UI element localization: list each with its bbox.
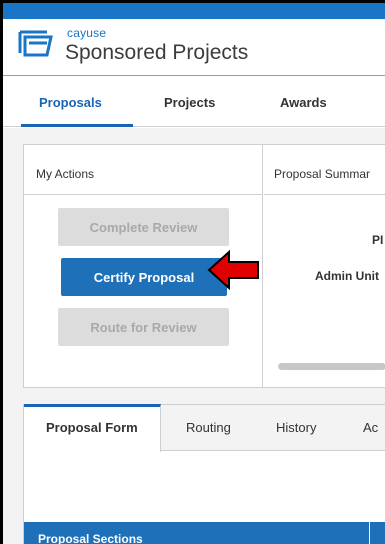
app-window: cayuse Sponsored Projects Proposals Proj… [3, 3, 385, 544]
proposal-detail-panel: Proposal Form Routing History Ac Proposa… [23, 404, 385, 544]
divider [24, 194, 263, 195]
brand-product: Sponsored Projects [65, 41, 249, 64]
nav-active-indicator [21, 124, 133, 127]
brand-header: cayuse Sponsored Projects [3, 19, 385, 75]
proposal-summary-title: Proposal Summar [274, 167, 371, 181]
certify-proposal-button[interactable]: Certify Proposal [61, 258, 227, 296]
content-area: My Actions Complete Review Certify Propo… [3, 128, 385, 544]
proposal-summary-panel: Proposal Summar PI Admin Unit [264, 145, 385, 387]
tab-bar: Proposal Form Routing History Ac [24, 404, 385, 452]
red-arrow-icon [207, 249, 259, 291]
complete-review-button[interactable]: Complete Review [58, 208, 229, 246]
pi-label: PI [372, 233, 384, 247]
brand-company: cayuse [67, 26, 107, 40]
route-for-review-button[interactable]: Route for Review [58, 308, 229, 346]
cayuse-logo-icon [18, 30, 53, 57]
horizontal-scrollbar[interactable] [278, 363, 385, 370]
tab-activity[interactable]: Ac [363, 420, 378, 435]
tab-routing[interactable]: Routing [186, 420, 231, 435]
divider [264, 194, 385, 195]
admin-unit-label: Admin Unit [315, 269, 379, 283]
nav-item-projects[interactable]: Projects [164, 95, 215, 110]
proposal-sections-label: Proposal Sections [38, 532, 143, 544]
proposal-sections-header: Proposal Sections [24, 522, 369, 544]
top-accent-bar [3, 3, 385, 19]
actions-summary-panel: My Actions Complete Review Certify Propo… [23, 144, 385, 388]
my-actions-title: My Actions [36, 167, 95, 181]
nav-item-awards[interactable]: Awards [280, 95, 327, 110]
main-nav: Proposals Projects Awards [3, 75, 385, 127]
tab-proposal-form[interactable]: Proposal Form [46, 420, 138, 435]
sections-header-right [370, 522, 385, 544]
nav-item-proposals[interactable]: Proposals [39, 95, 102, 110]
tab-history[interactable]: History [276, 420, 316, 435]
